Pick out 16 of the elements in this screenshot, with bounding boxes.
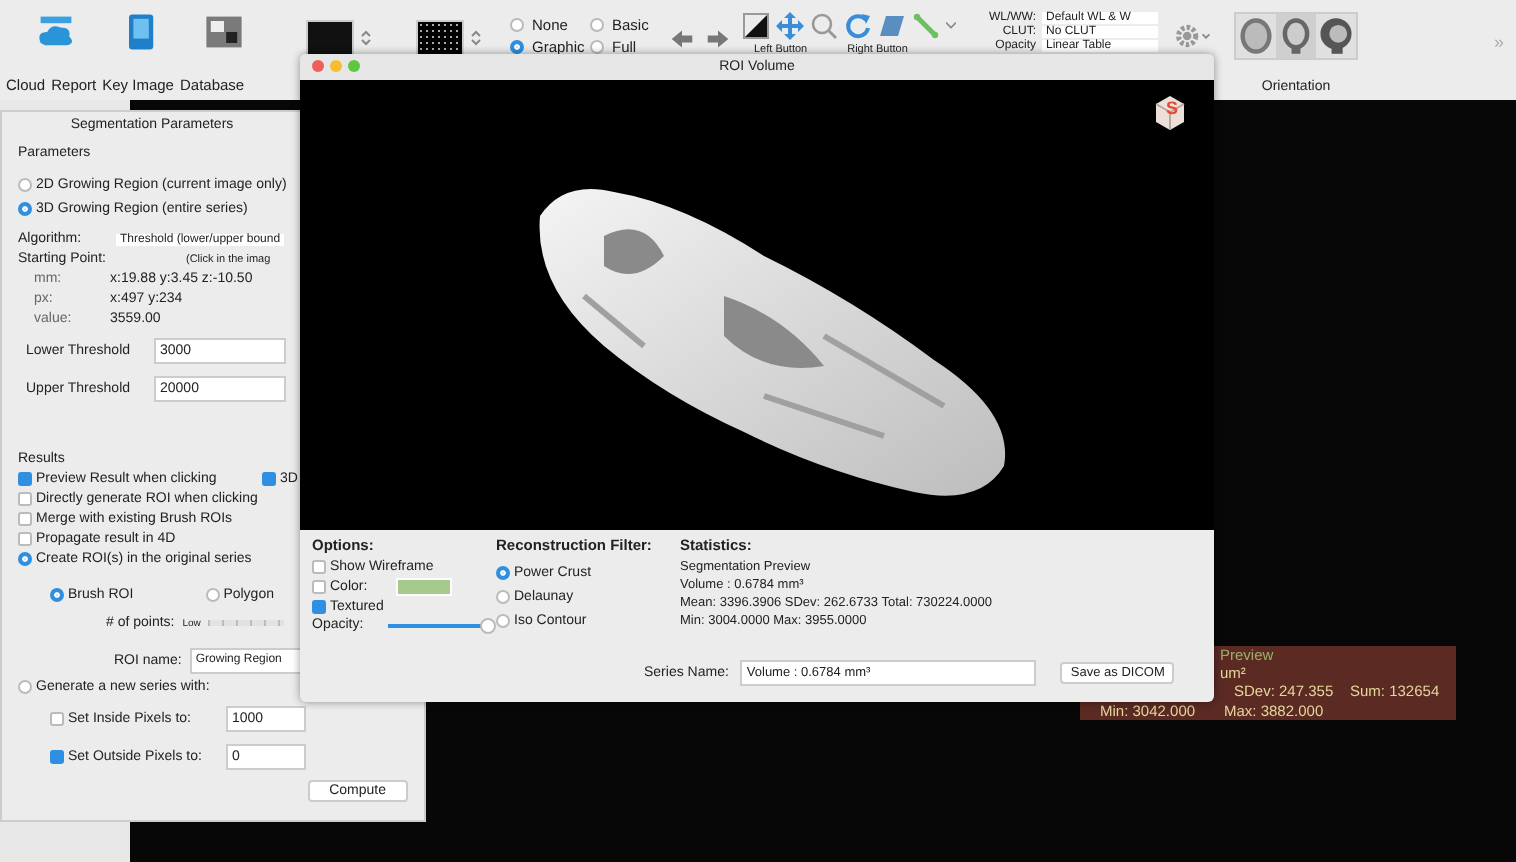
- orientation-cube-icon[interactable]: [1150, 92, 1190, 132]
- back-arrow-icon[interactable]: [670, 28, 694, 50]
- color-swatch[interactable]: [395, 578, 452, 596]
- zoom-tool-icon[interactable]: [810, 12, 838, 40]
- bone-tool-icon[interactable]: [912, 12, 940, 40]
- zoom-button[interactable]: [348, 60, 360, 72]
- picture-icon[interactable]: [202, 12, 246, 52]
- orientation-cube-label: S: [1165, 98, 1178, 118]
- rotate-tool-icon[interactable]: [844, 12, 872, 40]
- settings-icon[interactable]: [1174, 24, 1214, 48]
- contrast-tool-icon[interactable]: [742, 12, 770, 40]
- close-button[interactable]: [312, 60, 324, 72]
- stepper-icon[interactable]: [470, 28, 482, 48]
- stepper-icon[interactable]: [360, 28, 372, 48]
- caret-icon[interactable]: [946, 22, 956, 30]
- forward-arrow-icon[interactable]: [706, 28, 730, 50]
